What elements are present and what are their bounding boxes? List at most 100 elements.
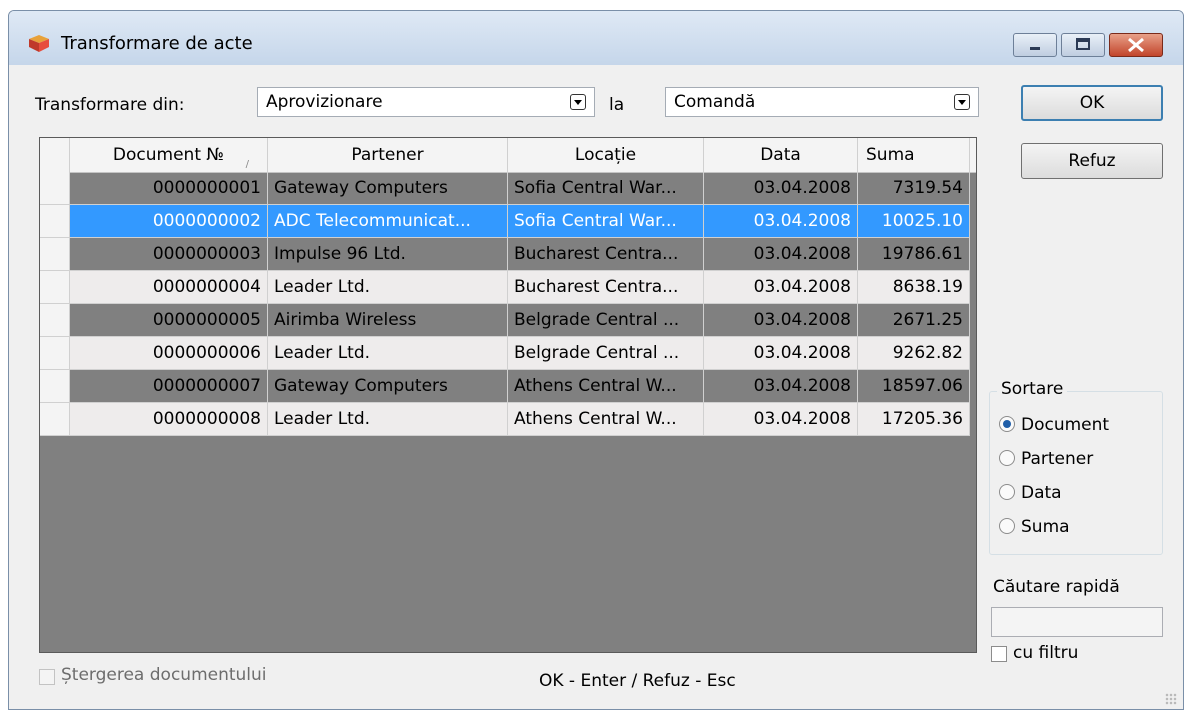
grid-header: Document № / Partener Locație Data Suma xyxy=(40,138,976,173)
row-indicator[interactable] xyxy=(40,403,70,436)
document-no-cell: 0000000001 xyxy=(70,172,268,205)
date-cell: 03.04.2008 xyxy=(704,337,858,370)
partner-cell: Leader Ltd. xyxy=(268,403,508,436)
title-bar[interactable]: Transformare de acte xyxy=(9,11,1183,65)
maximize-button[interactable] xyxy=(1061,33,1105,57)
filter-checkbox[interactable] xyxy=(991,646,1007,662)
sum-cell: 8638.19 xyxy=(858,271,970,304)
partner-cell: Leader Ltd. xyxy=(268,271,508,304)
box-app-icon xyxy=(29,35,49,52)
column-header-partner[interactable]: Partener xyxy=(268,138,508,172)
location-cell: Athens Central W... xyxy=(508,370,704,403)
close-icon xyxy=(1128,37,1144,53)
transform-from-label: Transformare din: xyxy=(35,95,185,115)
location-cell: Sofia Central War... xyxy=(508,172,704,205)
partner-cell: Airimba Wireless xyxy=(268,304,508,337)
radio-icon[interactable] xyxy=(999,450,1015,466)
partner-cell: Leader Ltd. xyxy=(268,337,508,370)
document-no-cell: 0000000004 xyxy=(70,271,268,304)
location-cell: Athens Central W... xyxy=(508,403,704,436)
sum-cell: 10025.10 xyxy=(858,205,970,238)
table-row[interactable]: 0000000008 Leader Ltd. Athens Central W...… xyxy=(40,403,976,436)
row-indicator[interactable] xyxy=(40,238,70,271)
document-no-cell: 0000000008 xyxy=(70,403,268,436)
sort-radio-document[interactable]: Document xyxy=(999,415,1109,435)
transform-from-value: Aprovizionare xyxy=(266,92,383,112)
cancel-button[interactable]: Refuz xyxy=(1021,143,1163,179)
minimize-icon xyxy=(1030,47,1040,50)
window-title: Transformare de acte xyxy=(61,33,253,54)
partner-cell: Gateway Computers xyxy=(268,172,508,205)
date-cell: 03.04.2008 xyxy=(704,370,858,403)
table-row[interactable]: 0000000002 ADC Telecommunicat... Sofia Cen… xyxy=(40,205,976,238)
table-row[interactable]: 0000000005 Airimba Wireless Belgrade Centr… xyxy=(40,304,976,337)
quick-search-input[interactable] xyxy=(991,607,1163,637)
transform-to-value: Comandă xyxy=(674,92,756,112)
table-row[interactable]: 0000000001 Gateway Computers Sofia Central… xyxy=(40,172,976,205)
location-cell: Bucharest Centra... xyxy=(508,238,704,271)
table-row[interactable]: 0000000003 Impulse 96 Ltd. Bucharest Centr… xyxy=(40,238,976,271)
quick-search-label: Căutare rapidă xyxy=(993,577,1120,597)
minimize-button[interactable] xyxy=(1013,33,1057,57)
ok-button[interactable]: OK xyxy=(1021,85,1163,121)
dialog-window: Transformare de acte Transformare din: A… xyxy=(8,10,1184,710)
document-no-cell: 0000000006 xyxy=(70,337,268,370)
sort-radio-partner[interactable]: Partener xyxy=(999,449,1093,469)
document-no-cell: 0000000005 xyxy=(70,304,268,337)
maximize-icon xyxy=(1076,38,1090,50)
table-row[interactable]: 0000000004 Leader Ltd. Bucharest Centra...… xyxy=(40,271,976,304)
chevron-down-icon[interactable] xyxy=(570,94,586,110)
chevron-down-icon[interactable] xyxy=(954,94,970,110)
sum-cell: 7319.54 xyxy=(858,172,970,205)
delete-document-checkbox[interactable] xyxy=(39,669,55,685)
partner-cell: Gateway Computers xyxy=(268,370,508,403)
sum-cell: 2671.25 xyxy=(858,304,970,337)
sum-cell: 19786.61 xyxy=(858,238,970,271)
location-cell: Sofia Central War... xyxy=(508,205,704,238)
sum-cell: 9262.82 xyxy=(858,337,970,370)
row-indicator[interactable] xyxy=(40,337,70,370)
sort-radio-sum[interactable]: Suma xyxy=(999,517,1070,537)
resize-grip-icon[interactable] xyxy=(1165,693,1177,705)
delete-document-label: Ștergerea documentului xyxy=(61,665,267,685)
row-indicator-header xyxy=(40,138,70,172)
document-no-cell: 0000000002 xyxy=(70,205,268,238)
close-button[interactable] xyxy=(1109,33,1163,57)
row-indicator[interactable] xyxy=(40,370,70,403)
column-header-location[interactable]: Locație xyxy=(508,138,704,172)
table-row[interactable]: 0000000006 Leader Ltd. Belgrade Central ..… xyxy=(40,337,976,370)
document-no-cell: 0000000003 xyxy=(70,238,268,271)
column-header-sum[interactable]: Suma xyxy=(858,138,970,172)
location-cell: Bucharest Centra... xyxy=(508,271,704,304)
sort-radio-date[interactable]: Data xyxy=(999,483,1062,503)
table-row[interactable]: 0000000007 Gateway Computers Athens Centra… xyxy=(40,370,976,403)
partner-cell: ADC Telecommunicat... xyxy=(268,205,508,238)
row-indicator[interactable] xyxy=(40,271,70,304)
documents-grid[interactable]: Document № / Partener Locație Data Suma … xyxy=(39,137,977,653)
date-cell: 03.04.2008 xyxy=(704,304,858,337)
row-indicator[interactable] xyxy=(40,205,70,238)
row-indicator[interactable] xyxy=(40,172,70,205)
transform-from-combo[interactable]: Aprovizionare xyxy=(257,87,595,117)
filter-label: cu filtru xyxy=(1013,643,1079,663)
date-cell: 03.04.2008 xyxy=(704,403,858,436)
sort-group-title: Sortare xyxy=(997,379,1068,399)
location-cell: Belgrade Central ... xyxy=(508,337,704,370)
partner-cell: Impulse 96 Ltd. xyxy=(268,238,508,271)
row-indicator[interactable] xyxy=(40,304,70,337)
transform-to-combo[interactable]: Comandă xyxy=(665,87,979,117)
document-no-cell: 0000000007 xyxy=(70,370,268,403)
column-header-document[interactable]: Document № / xyxy=(70,138,268,172)
dialog-client-area: Transformare din: Aprovizionare la Coman… xyxy=(9,65,1183,709)
radio-icon[interactable] xyxy=(999,484,1015,500)
date-cell: 03.04.2008 xyxy=(704,238,858,271)
radio-icon[interactable] xyxy=(999,518,1015,534)
location-cell: Belgrade Central ... xyxy=(508,304,704,337)
keyboard-hint: OK - Enter / Refuz - Esc xyxy=(539,671,736,691)
date-cell: 03.04.2008 xyxy=(704,271,858,304)
date-cell: 03.04.2008 xyxy=(704,172,858,205)
radio-selected-icon[interactable] xyxy=(999,416,1015,432)
sum-cell: 18597.06 xyxy=(858,370,970,403)
column-header-date[interactable]: Data xyxy=(704,138,858,172)
date-cell: 03.04.2008 xyxy=(704,205,858,238)
